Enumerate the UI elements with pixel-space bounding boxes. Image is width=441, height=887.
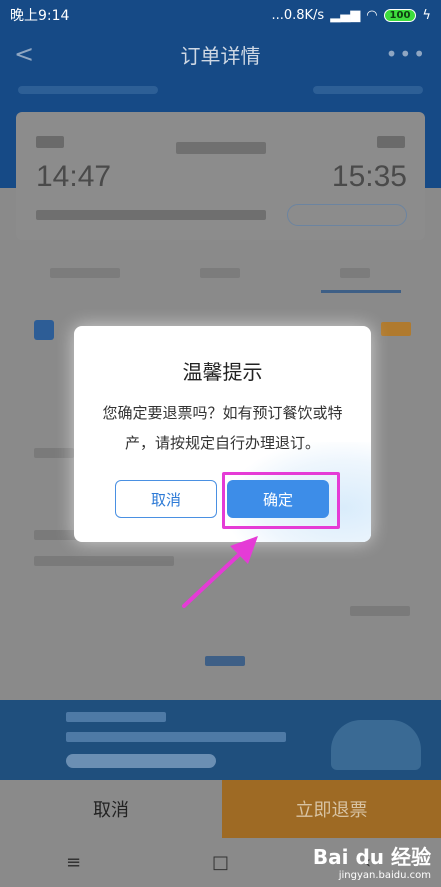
active-tab-underline [321,290,401,293]
wifi-icon: ◠ [366,7,378,23]
charging-icon: ϟ [422,7,431,23]
bottom-action-bar: 取消 立即退票 [0,780,441,838]
app-bar: < 订单详情 ••• [0,30,441,78]
ticket-date-blurred [36,210,266,220]
price-blurred [381,322,411,336]
back-icon[interactable]: < [14,40,34,68]
refund-confirm-dialog: 温馨提示 您确定要退票吗？如有预订餐饮或特产，请按规定自行办理退订。 取消 确定 [74,326,371,542]
watermark-logo: Bai du 经验 [312,845,431,869]
status-bar: 晚上9:14 ...0.8K/s ▂▄▆ ◠ 100 ϟ [0,0,441,30]
train-number-blurred [176,142,266,154]
pointer-arrow-icon [182,536,258,608]
depart-time: 14:47 [36,160,112,193]
watermark: Bai du 经验 jingyan.baidu.com [313,841,431,881]
banner-button-blurred [66,754,216,768]
battery-icon: 100 [383,8,417,22]
banner-boat-image [331,720,421,770]
info-row-blurred [350,606,410,616]
ticket-card: 14:47 15:35 [16,112,425,240]
depart-station-blurred [36,136,64,148]
tab-blurred-2[interactable] [200,268,240,278]
info-row-blurred [34,448,74,458]
watermark-url: jingyan.baidu.com [338,870,431,881]
signal-icon: ▂▄▆ [330,7,361,23]
dialog-title: 温馨提示 [182,360,263,384]
tab-blurred-1[interactable] [50,268,120,278]
promo-banner[interactable] [0,700,441,780]
tab-blurred-3[interactable] [340,268,370,278]
ticket-action-pill[interactable] [287,204,407,226]
info-row-blurred [34,556,174,566]
menu-icon[interactable]: ≡ [34,852,114,873]
passenger-tabs [0,262,441,293]
dialog-confirm-button[interactable]: 确定 [227,480,329,518]
order-status-blurred [313,86,423,94]
banner-text-blurred [66,732,286,742]
page-title: 订单详情 [180,43,261,68]
status-time: 晚上9:14 [10,8,70,24]
order-number-blurred [18,86,158,94]
passenger-checkbox[interactable] [34,320,54,340]
network-speed: ...0.8K/s [271,7,325,23]
expand-link-blurred[interactable] [205,656,245,666]
dialog-cancel-button[interactable]: 取消 [115,480,217,518]
status-indicators: ...0.8K/s ▂▄▆ ◠ 100 ϟ [271,8,431,23]
banner-text-blurred [66,712,166,722]
more-dots-icon[interactable]: ••• [386,42,427,66]
dialog-message: 您确定要退票吗？如有预订餐饮或特产，请按规定自行办理退订。 [102,404,343,452]
arrive-time: 15:35 [331,160,407,193]
home-icon[interactable]: □ [181,852,261,873]
arrive-station-blurred [377,136,405,148]
bottom-cancel-button[interactable]: 取消 [0,780,222,838]
refund-now-button[interactable]: 立即退票 [222,780,441,838]
